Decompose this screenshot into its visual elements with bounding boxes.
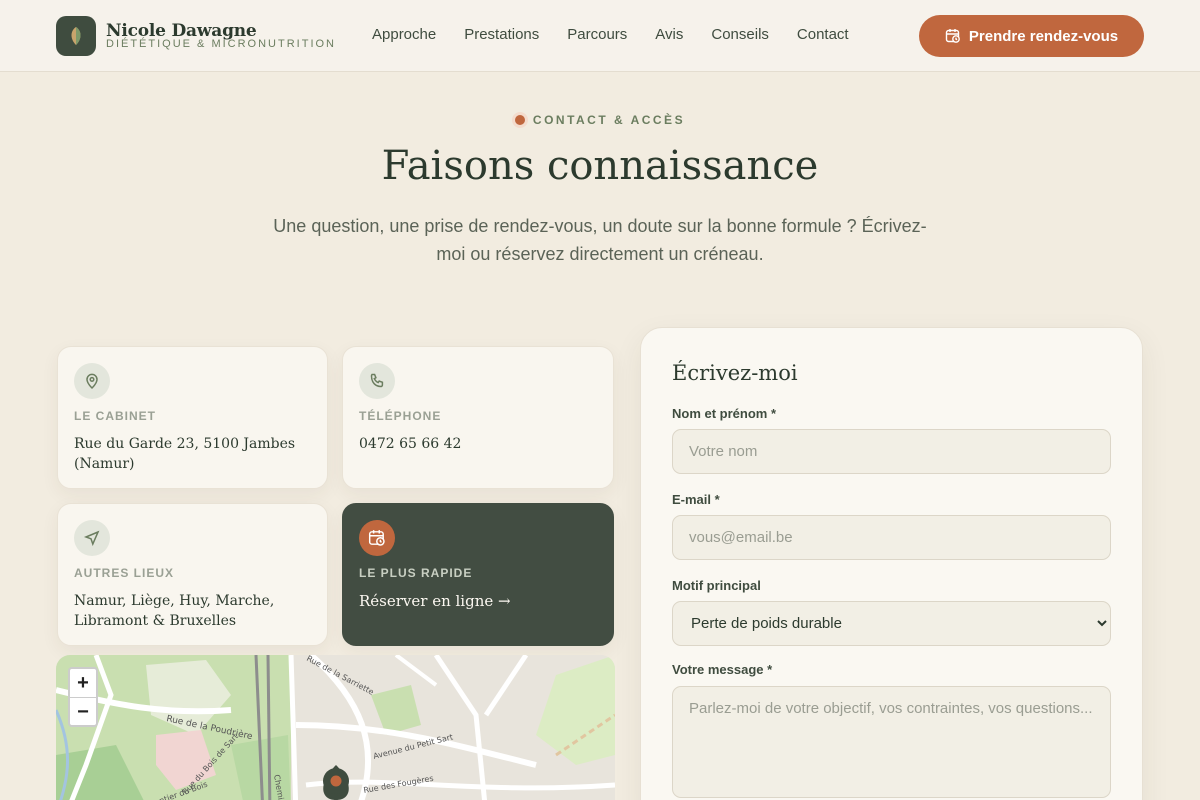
message-label: Votre message * <box>672 662 773 677</box>
calendar-clock-icon <box>945 29 960 43</box>
book-online-link[interactable]: Réserver en ligne → <box>359 591 599 611</box>
card-autres-lieux-value: Namur, Liège, Huy, Marche, Libramont & B… <box>74 593 275 629</box>
leaf-icon <box>71 27 81 45</box>
card-booking[interactable]: LE PLUS RAPIDE Réserver en ligne → <box>342 503 614 646</box>
nav-approche[interactable]: Approche <box>372 26 436 43</box>
nav-parcours[interactable]: Parcours <box>567 26 627 43</box>
card-cabinet-value: Rue du Garde 23, 5100 Jambes (Namur) <box>74 436 296 472</box>
map-zoom-control: + − <box>68 667 98 727</box>
form-title: Écrivez-moi <box>672 361 798 385</box>
card-booking-label: LE PLUS RAPIDE <box>359 566 473 580</box>
card-autres-lieux-label: AUTRES LIEUX <box>74 566 175 580</box>
site-header: Nicole Dawagne DIÉTÉTIQUE & MICRONUTRITI… <box>0 0 1200 72</box>
motif-select[interactable]: Perte de poids durable <box>672 601 1111 646</box>
book-appointment-label: Prendre rendez-vous <box>968 27 1119 45</box>
email-label: E-mail * <box>672 492 720 507</box>
navigation-icon <box>74 520 110 556</box>
name-field[interactable] <box>672 429 1111 474</box>
card-telephone[interactable]: TÉLÉPHONE 0472 65 66 42 <box>342 346 614 489</box>
card-cabinet: LE CABINET Rue du Garde 23, 5100 Jambes … <box>57 346 328 489</box>
message-field[interactable] <box>672 686 1111 798</box>
book-appointment-button[interactable]: Prendre rendez-vous <box>919 15 1144 57</box>
contact-form: Écrivez-moi Nom et prénom * E-mail * Mot… <box>640 327 1143 800</box>
logo[interactable] <box>56 16 96 56</box>
name-label: Nom et prénom * <box>672 406 777 421</box>
card-cabinet-label: LE CABINET <box>74 409 156 423</box>
card-telephone-value[interactable]: 0472 65 66 42 <box>359 434 599 454</box>
card-autres-lieux: AUTRES LIEUX Namur, Liège, Huy, Marche, … <box>57 503 328 646</box>
main-nav: Approche Prestations Parcours Avis Conse… <box>372 26 877 43</box>
calendar-clock-icon <box>359 520 395 556</box>
nav-contact[interactable]: Contact <box>797 26 849 43</box>
phone-icon <box>359 363 395 399</box>
card-telephone-label: TÉLÉPHONE <box>359 409 442 423</box>
zoom-out-button[interactable]: − <box>70 698 96 727</box>
nav-avis[interactable]: Avis <box>655 26 683 43</box>
section-eyebrow: CONTACT & ACCÈS <box>0 113 1200 127</box>
nav-prestations[interactable]: Prestations <box>464 26 539 43</box>
map-pin-icon <box>74 363 110 399</box>
zoom-in-button[interactable]: + <box>70 669 96 698</box>
nav-conseils[interactable]: Conseils <box>711 26 769 43</box>
motif-label: Motif principal <box>672 578 761 593</box>
eyebrow-text: CONTACT & ACCÈS <box>532 113 686 127</box>
map-tiles[interactable]: Rue de la Poudrière Rue du Bois de Sart … <box>56 655 615 800</box>
brand-tagline: DIÉTÉTIQUE & MICRONUTRITION <box>106 38 336 50</box>
page-title: Faisons connaissance <box>381 143 819 189</box>
location-map[interactable]: Rue de la Poudrière Rue du Bois de Sart … <box>56 655 615 800</box>
page-lead: Une question, une prise de rendez-vous, … <box>273 216 927 264</box>
eyebrow-dot <box>514 115 525 125</box>
email-field[interactable] <box>672 515 1111 560</box>
